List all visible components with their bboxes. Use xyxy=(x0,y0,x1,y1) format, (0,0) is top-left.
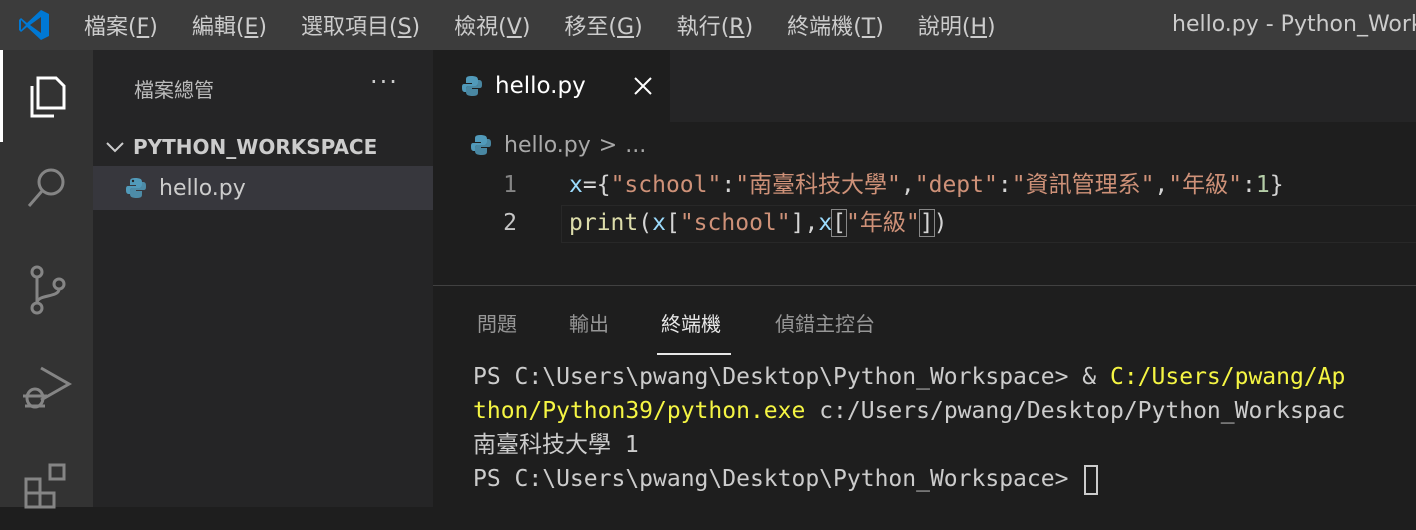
terminal-line: PS C:\Users\pwang\Desktop\Python_Workspa… xyxy=(473,462,1345,496)
menu-help[interactable]: 說明(H) xyxy=(918,9,996,41)
activity-bar xyxy=(0,50,93,509)
activity-run-debug[interactable] xyxy=(0,340,93,432)
vscode-logo-icon xyxy=(0,0,68,50)
tab-problems[interactable]: 問題 xyxy=(477,308,517,337)
line-number: 2 xyxy=(503,210,517,236)
activity-extensions[interactable] xyxy=(0,438,93,530)
editor-tabs: hello.py xyxy=(433,50,1416,122)
more-actions-icon[interactable]: ··· xyxy=(370,68,399,96)
search-icon xyxy=(27,168,64,207)
file-name: hello.py xyxy=(159,175,246,201)
menu-file[interactable]: 檔案(F) xyxy=(84,9,158,41)
close-icon[interactable] xyxy=(631,72,655,100)
tab-terminal[interactable]: 終端機 xyxy=(661,308,721,337)
tab-output[interactable]: 輸出 xyxy=(569,308,609,337)
active-tab-indicator xyxy=(657,353,731,355)
python-file-icon xyxy=(461,75,483,97)
title-bar: 檔案(F) 編輯(E) 選取項目(S) 檢視(V) 移至(G) 執行(R) 終端… xyxy=(0,0,1416,50)
code-line-1-source: x={"school":"南臺科技大學","dept":"資訊管理系","年級"… xyxy=(569,172,1284,198)
menu-edit[interactable]: 編輯(E) xyxy=(192,9,267,41)
code-line-2-source: print(x["school"],x["年級"]) xyxy=(569,209,948,237)
file-row-hello-py[interactable]: hello.py xyxy=(93,166,433,210)
folder-row-python-workspace[interactable]: PYTHON_WORKSPACE xyxy=(93,130,433,164)
menu-view[interactable]: 檢視(V) xyxy=(454,9,530,41)
tab-debug-console[interactable]: 偵錯主控台 xyxy=(775,308,875,337)
window-title: hello.py - Python_Work xyxy=(1172,12,1416,37)
code-line: 1 x={"school":"南臺科技大學","dept":"資訊管理系","年… xyxy=(433,166,1416,204)
source-control-icon xyxy=(30,265,65,315)
explorer-sidebar: 檔案總管 ··· PYTHON_WORKSPACE hello.py xyxy=(93,50,433,507)
breadcrumb-file[interactable]: hello.py xyxy=(504,133,591,158)
code-line: 2 print(x["school"],x["年級"]) xyxy=(433,204,1416,242)
extensions-icon xyxy=(24,463,65,509)
terminal-cursor xyxy=(1084,464,1099,495)
breadcrumb-more[interactable]: ... xyxy=(625,133,646,158)
terminal-output[interactable]: PS C:\Users\pwang\Desktop\Python_Workspa… xyxy=(473,360,1345,496)
tab-hello-py[interactable]: hello.py xyxy=(433,50,670,122)
terminal-line: 南臺科技大學 1 xyxy=(473,432,639,458)
breadcrumb: hello.py > ... xyxy=(470,128,646,162)
activity-source-control[interactable] xyxy=(0,244,93,336)
terminal-line: PS C:\Users\pwang\Desktop\Python_Workspa… xyxy=(473,364,1346,390)
activity-search[interactable] xyxy=(0,142,93,234)
folder-name: PYTHON_WORKSPACE xyxy=(133,135,378,159)
explorer-icon xyxy=(30,76,66,118)
menu-terminal[interactable]: 終端機(T) xyxy=(787,9,884,41)
python-file-icon xyxy=(470,134,492,156)
sidebar-title: 檔案總管 xyxy=(134,78,214,102)
tab-label: hello.py xyxy=(495,73,586,99)
line-number: 1 xyxy=(503,172,517,198)
bottom-panel: 問題 輸出 終端機 偵錯主控台 PS C:\Users\pwang\Deskto… xyxy=(433,285,1416,508)
panel-tabs: 問題 輸出 終端機 偵錯主控台 xyxy=(433,286,1416,356)
python-file-icon xyxy=(125,177,147,199)
terminal-line: thon/Python39/python.exe c:/Users/pwang/… xyxy=(473,398,1346,424)
chevron-down-icon xyxy=(93,130,133,164)
activity-explorer[interactable] xyxy=(0,50,93,142)
run-debug-icon xyxy=(22,366,72,409)
menu-go[interactable]: 移至(G) xyxy=(564,9,642,41)
menu-run[interactable]: 執行(R) xyxy=(677,9,754,41)
menu-selection[interactable]: 選取項目(S) xyxy=(301,9,420,41)
breadcrumb-separator: > xyxy=(598,132,618,158)
